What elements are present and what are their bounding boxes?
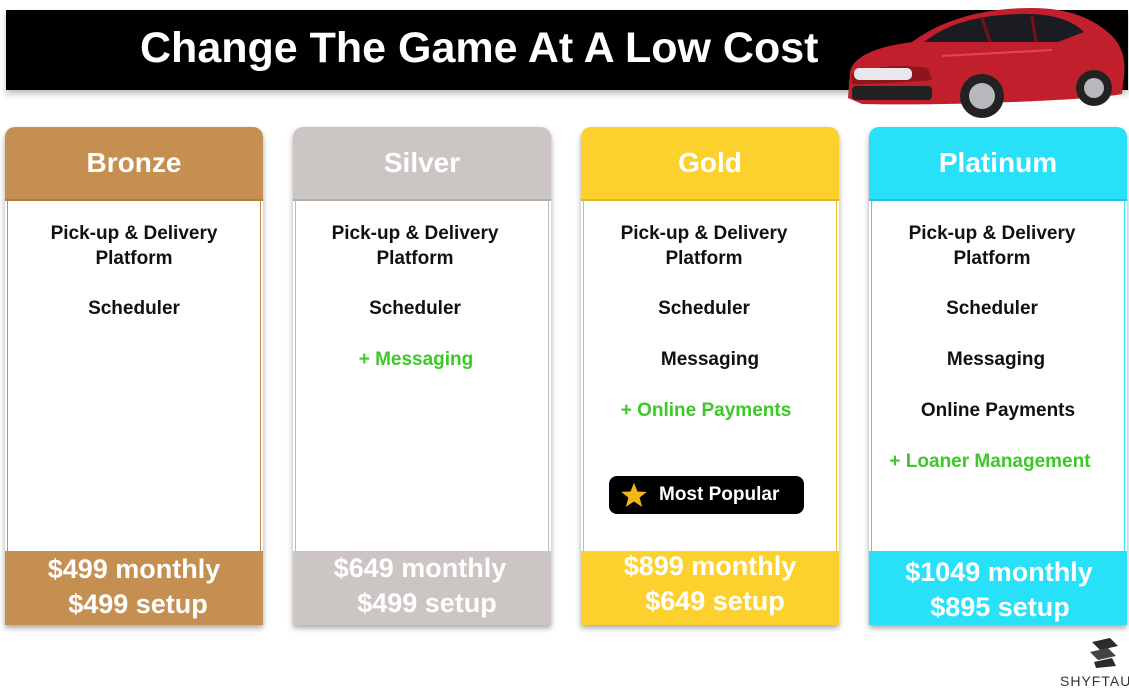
plan-features: Pick-up & Delivery Platform Scheduler <box>7 201 261 551</box>
plan-features: Pick-up & Delivery Platform Scheduler Me… <box>871 201 1125 551</box>
plan-features: Pick-up & Delivery Platform Scheduler + … <box>295 201 549 551</box>
star-icon <box>621 482 647 507</box>
shyftau-logo-icon: SHYFTAU <box>1060 636 1129 692</box>
feature-addon-online-payments: + Online Payments <box>620 400 792 421</box>
plan-card-gold: Gold Pick-up & Delivery Platform Schedul… <box>581 127 839 625</box>
plan-name: Bronze <box>5 127 263 201</box>
plan-price: $1049 monthly $895 setup <box>869 551 1127 625</box>
setup-price: $649 setup <box>645 586 785 616</box>
plan-name: Silver <box>293 127 551 201</box>
setup-price: $499 setup <box>68 589 208 619</box>
plan-price: $649 monthly $499 setup <box>293 551 551 625</box>
feature-scheduler: Scheduler <box>369 298 461 319</box>
plan-card-bronze: Bronze Pick-up & Delivery Platform Sched… <box>5 127 263 625</box>
feature-scheduler: Scheduler <box>658 298 750 319</box>
plan-price: $899 monthly $649 setup <box>581 551 839 625</box>
feature-scheduler: Scheduler <box>88 298 180 319</box>
feature-messaging: Messaging <box>660 349 760 370</box>
plan-price: $499 monthly $499 setup <box>5 551 263 625</box>
feature-pickup-delivery: Pick-up & Delivery Platform <box>331 223 499 269</box>
feature-scheduler: Scheduler <box>946 298 1038 319</box>
feature-online-payments: Online Payments <box>920 400 1076 421</box>
plan-name: Gold <box>581 127 839 201</box>
plan-card-silver: Silver Pick-up & Delivery Platform Sched… <box>293 127 551 625</box>
plan-name: Platinum <box>869 127 1127 201</box>
setup-price: $499 setup <box>357 588 497 618</box>
page-title: Change The Game At A Low Cost <box>140 24 819 72</box>
feature-pickup-delivery: Pick-up & Delivery Platform <box>50 223 218 269</box>
monthly-price: $899 monthly <box>623 551 797 581</box>
monthly-price: $1049 monthly <box>905 557 1093 587</box>
red-sedan-image <box>848 8 1125 118</box>
plan-card-platinum: Platinum Pick-up & Delivery Platform Sch… <box>869 127 1127 625</box>
feature-messaging: Messaging <box>946 349 1046 370</box>
feature-pickup-delivery: Pick-up & Delivery Platform <box>620 223 788 269</box>
most-popular-badge: Most Popular <box>609 476 804 514</box>
feature-addon-messaging: + Messaging <box>358 349 474 370</box>
brand-name: SHYFTAU <box>1060 673 1129 689</box>
feature-addon-loaner-management: + Loaner Management <box>889 451 1091 472</box>
logo-mark-icon <box>1090 638 1118 668</box>
badge-label: Most Popular <box>659 484 780 505</box>
feature-pickup-delivery: Pick-up & Delivery Platform <box>908 223 1076 269</box>
monthly-price: $649 monthly <box>333 553 507 583</box>
monthly-price: $499 monthly <box>47 554 221 584</box>
setup-price: $895 setup <box>930 592 1070 622</box>
